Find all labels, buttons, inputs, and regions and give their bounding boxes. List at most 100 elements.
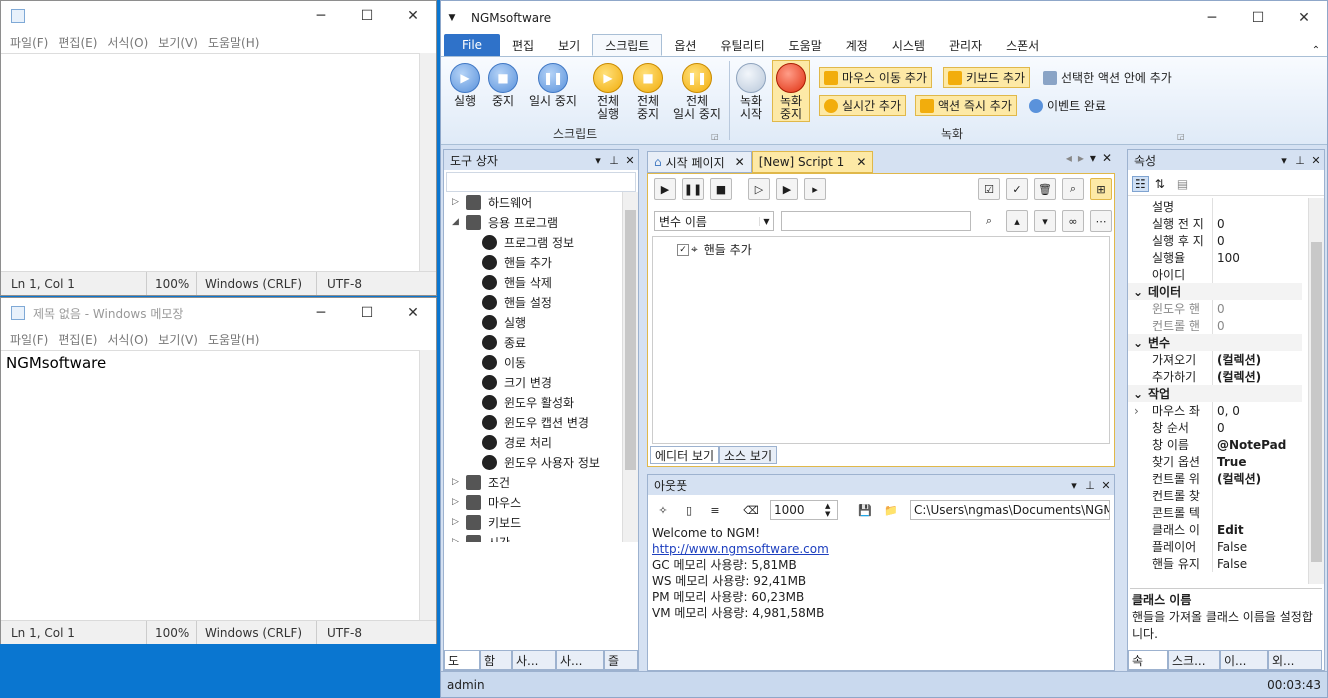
tab-source-view[interactable]: 소스 보기	[719, 446, 777, 464]
list-icon[interactable]: ≡	[704, 499, 726, 521]
tree-item[interactable]: 크기 변경	[482, 372, 552, 392]
tab-images[interactable]: 이...	[1220, 650, 1268, 670]
menu-edit[interactable]: 편집(E)	[53, 331, 102, 348]
expand-icon[interactable]: ›	[1134, 404, 1139, 418]
menu-file[interactable]: 파일(F)	[5, 331, 53, 348]
property-value[interactable]	[1212, 487, 1302, 504]
menu-view[interactable]: 보기(V)	[153, 34, 203, 51]
minimize-button[interactable]: ─	[298, 1, 344, 31]
menu-edit[interactable]: 편집(E)	[53, 34, 102, 51]
tab-start-page[interactable]: ⌂ 시작 페이지 ✕	[647, 151, 752, 173]
script-item[interactable]: ✓ ⌖ 핸들 추가	[677, 241, 752, 258]
run-button[interactable]: ▶ 실행	[449, 63, 481, 108]
stop-icon[interactable]: ■	[710, 178, 732, 200]
property-value[interactable]: (컬렉션)	[1212, 368, 1302, 385]
tab-functions[interactable]: 함	[480, 650, 512, 670]
close-icon[interactable]: ✕	[1098, 479, 1114, 492]
move-down-icon[interactable]: ▾	[1034, 210, 1056, 232]
folder-icon[interactable]: 📁	[880, 499, 902, 521]
tree-item[interactable]: ▷ 키보드	[452, 512, 521, 532]
tree-item[interactable]: 이동	[482, 352, 526, 372]
save-icon[interactable]: 💾	[854, 499, 876, 521]
property-category[interactable]: ⌄ 데이터	[1128, 283, 1302, 300]
tree-item[interactable]: 핸들 추가	[482, 252, 552, 272]
tree-item[interactable]: 윈도우 활성화	[482, 392, 574, 412]
vertical-scrollbar[interactable]	[419, 53, 436, 271]
close-icon[interactable]: ✕	[1308, 154, 1324, 167]
record-stop-button[interactable]: 녹화 중지	[772, 60, 810, 122]
checkbox[interactable]: ✓	[677, 243, 689, 256]
scroll-right-icon[interactable]: ▸	[1075, 151, 1087, 173]
tree-item[interactable]: 실행	[482, 312, 526, 332]
tab-account[interactable]: 계정	[834, 34, 880, 56]
tree-item[interactable]: 종료	[482, 332, 526, 352]
categorized-icon[interactable]: ☷	[1132, 175, 1149, 192]
record-start-button[interactable]: 녹화 시작	[735, 63, 767, 121]
property-value[interactable]: @NotePad	[1212, 436, 1302, 453]
property-row[interactable]: 컨트롤 위 (컬렉션)	[1128, 470, 1302, 487]
tree-item[interactable]: 경로 처리	[482, 432, 552, 452]
property-value[interactable]: 0	[1212, 419, 1302, 436]
clean-icon[interactable]: ✧	[652, 499, 674, 521]
tab-system[interactable]: 시스템	[880, 34, 937, 56]
record-group-launcher-icon[interactable]: ◲	[1177, 132, 1185, 141]
line-count-stepper[interactable]: 1000 ▲ ▼	[770, 500, 838, 520]
maximize-button[interactable]: ☐	[344, 1, 390, 31]
collapse-icon[interactable]: ⌄	[1128, 336, 1148, 350]
move-up-icon[interactable]: ▴	[1006, 210, 1028, 232]
tab-user[interactable]: 사...	[512, 650, 556, 670]
tab-file[interactable]: File	[444, 34, 500, 56]
menu-format[interactable]: 서식(O)	[102, 34, 153, 51]
menu-help[interactable]: 도움말(H)	[203, 34, 265, 51]
property-value[interactable]: 0	[1212, 232, 1302, 249]
property-row[interactable]: 컨트롤 핸 0	[1128, 317, 1302, 334]
property-row[interactable]: 클래스 이 Edit	[1128, 521, 1302, 538]
property-value[interactable]: 0	[1212, 215, 1302, 232]
property-row[interactable]: 창 순서 0	[1128, 419, 1302, 436]
tab-script-1[interactable]: [New] Script 1 ✕	[751, 151, 874, 173]
delete-icon[interactable]: 🗑	[1034, 178, 1056, 200]
tree-view-icon[interactable]: ⊞	[1090, 178, 1112, 200]
close-icon[interactable]: ✕	[856, 155, 866, 169]
property-value[interactable]	[1212, 198, 1302, 215]
pin-icon[interactable]: ⊥	[1082, 479, 1098, 492]
menu-format[interactable]: 서식(O)	[102, 331, 153, 348]
property-row[interactable]: 설명	[1128, 198, 1302, 215]
scroll-thumb[interactable]	[1311, 242, 1322, 562]
property-value[interactable]: 100	[1212, 249, 1302, 266]
run-all-button[interactable]: ▶ 전체 실행	[591, 63, 625, 121]
log-link[interactable]: http://www.ngmsoftware.com	[652, 541, 1110, 557]
properties-scrollbar[interactable]	[1308, 198, 1324, 584]
tree-item[interactable]: 핸들 설정	[482, 292, 552, 312]
tab-favorites[interactable]: 즐	[604, 650, 638, 670]
quick-access-icon[interactable]: ▼	[441, 13, 463, 23]
scroll-thumb[interactable]	[625, 210, 636, 470]
property-value[interactable]: 0	[1212, 300, 1302, 317]
property-value[interactable]: True	[1212, 453, 1302, 470]
tab-sponsor[interactable]: 스폰서	[994, 34, 1051, 56]
event-complete-button[interactable]: 이벤트 완료	[1025, 95, 1110, 116]
tree-item[interactable]: ▷ 마우스	[452, 492, 521, 512]
tab-user-functions[interactable]: 사...	[556, 650, 604, 670]
search-icon[interactable]: ⌕	[1062, 178, 1084, 200]
tab-list-icon[interactable]: ▾	[1087, 151, 1099, 173]
expander-icon[interactable]: ▷	[452, 537, 464, 542]
property-value[interactable]: 0, 0	[1212, 402, 1302, 419]
tree-item[interactable]: ▷ 하드웨어	[452, 192, 532, 212]
text-area[interactable]: NGMsoftware	[1, 350, 436, 620]
vertical-scrollbar[interactable]	[419, 350, 436, 620]
tab-properties[interactable]: 속	[1128, 650, 1168, 670]
toolbox-scrollbar[interactable]	[622, 192, 638, 542]
tab-options[interactable]: 옵션	[662, 34, 708, 56]
property-value[interactable]	[1212, 504, 1302, 521]
check-all-icon[interactable]: ☑	[978, 178, 1000, 200]
pin-icon[interactable]: ⊥	[606, 154, 622, 167]
variable-search-input[interactable]	[781, 211, 971, 231]
property-row[interactable]: 윈도우 핸 0	[1128, 300, 1302, 317]
minimize-button[interactable]: ─	[298, 298, 344, 328]
tree-item[interactable]: 윈도우 캡션 변경	[482, 412, 589, 432]
scroll-left-icon[interactable]: ◂	[1063, 151, 1075, 173]
add-realtime-button[interactable]: 실시간 추가	[819, 95, 907, 116]
property-pages-icon[interactable]: ▤	[1177, 177, 1188, 191]
run-from-icon[interactable]: ▸	[804, 178, 826, 200]
